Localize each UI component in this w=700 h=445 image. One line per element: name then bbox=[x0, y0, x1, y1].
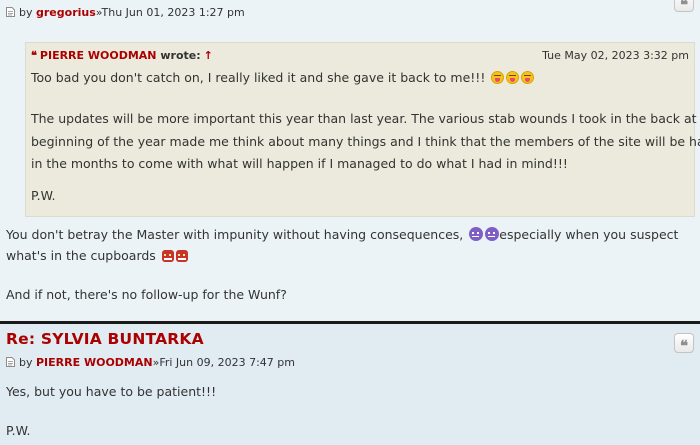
document-icon[interactable] bbox=[6, 357, 15, 367]
post-date: Fri Jun 09, 2023 7:47 pm bbox=[159, 356, 295, 369]
label-by: by bbox=[19, 356, 36, 369]
quote-line-1: Too bad you don't catch on, I really lik… bbox=[31, 70, 535, 85]
post-author[interactable]: gregorius bbox=[36, 6, 96, 19]
post-body-line-2: what's in the cupboards bbox=[6, 248, 188, 263]
quote-author[interactable]: PIERRE WOODMAN bbox=[40, 49, 157, 62]
post-2: Re: SYLVIA BUNTARKA ❝ by PIERRE WOODMAN»… bbox=[0, 324, 700, 445]
quote-wrote-label: wrote: bbox=[160, 49, 201, 62]
quote-mark-icon: ❝ bbox=[31, 49, 37, 62]
post-signature: P.W. bbox=[6, 423, 31, 438]
smiling-devil-emoji-icon bbox=[469, 227, 484, 241]
post-title[interactable]: Re: SYLVIA BUNTARKA bbox=[6, 330, 204, 348]
post-text: especially when you suspect bbox=[499, 227, 679, 242]
quote-cite: ❝ PIERRE WOODMAN wrote: ↑ bbox=[31, 49, 213, 62]
quote-line-2: The updates will be more important this … bbox=[31, 111, 700, 126]
quote-line-text: Too bad you don't catch on, I really lik… bbox=[31, 70, 486, 85]
ogre-emoji-icon bbox=[175, 250, 188, 262]
post-author[interactable]: PIERRE WOODMAN bbox=[36, 356, 153, 369]
quote-signature: P.W. bbox=[31, 188, 56, 203]
post-date: Thu Jun 01, 2023 1:27 pm bbox=[101, 6, 245, 19]
document-icon[interactable] bbox=[6, 7, 15, 17]
up-arrow-icon[interactable]: ↑ bbox=[204, 49, 213, 62]
tongue-out-emoji-icon bbox=[491, 71, 505, 84]
quote-line-3: beginning of the year made me think abou… bbox=[31, 134, 700, 149]
post-author-line: by PIERRE WOODMAN»Fri Jun 09, 2023 7:47 … bbox=[6, 356, 295, 369]
label-by: by bbox=[19, 6, 36, 19]
post-text: You don't betray the Master with impunit… bbox=[6, 227, 464, 242]
ogre-emoji-icon bbox=[161, 250, 174, 262]
quote-button[interactable]: ❝ bbox=[674, 0, 694, 14]
post-body-line-3: And if not, there's no follow-up for the… bbox=[6, 287, 287, 302]
tongue-out-emoji-icon bbox=[506, 71, 520, 84]
quote-date: Tue May 02, 2023 3:32 pm bbox=[542, 49, 689, 62]
quoted-post: ❝ PIERRE WOODMAN wrote: ↑ Tue May 02, 2023… bbox=[25, 42, 700, 217]
post-body-line-1: You don't betray the Master with impunit… bbox=[6, 227, 678, 242]
post-text: what's in the cupboards bbox=[6, 248, 156, 263]
quote-icon: ❝ bbox=[679, 337, 689, 355]
tongue-out-emoji-icon bbox=[521, 71, 535, 84]
quote-line-4: in the months to come with what will hap… bbox=[31, 156, 568, 171]
post-1: by gregorius»Thu Jun 01, 2023 1:27 pm ❝ … bbox=[0, 0, 700, 321]
post-author-line: by gregorius»Thu Jun 01, 2023 1:27 pm bbox=[6, 6, 245, 19]
quote-button[interactable]: ❝ bbox=[674, 333, 694, 355]
quote-icon: ❝ bbox=[679, 0, 689, 14]
smiling-devil-emoji-icon bbox=[485, 227, 500, 241]
post-body-line-1: Yes, but you have to be patient!!! bbox=[6, 384, 217, 399]
